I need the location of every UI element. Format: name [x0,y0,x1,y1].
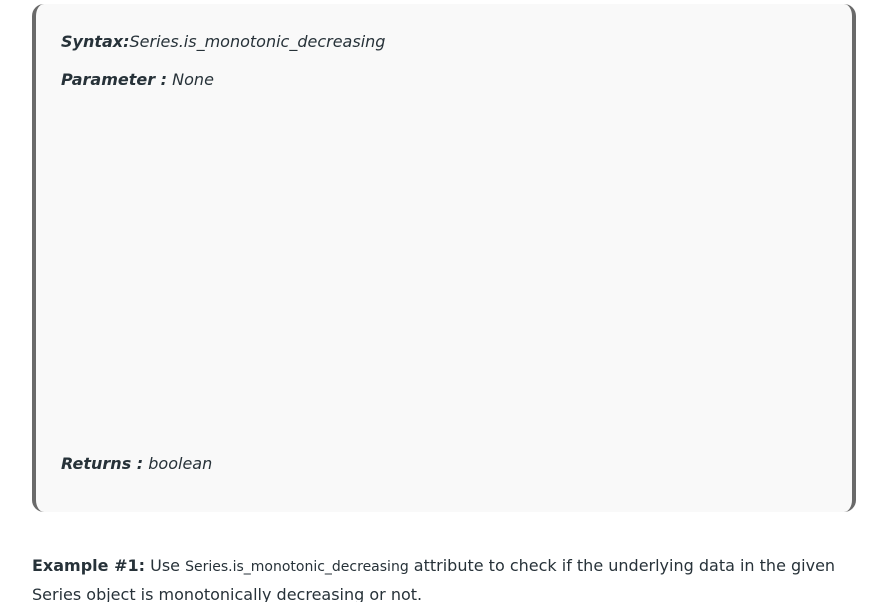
syntax-line: Syntax:Series.is_monotonic_decreasing [61,31,385,53]
syntax-value: Series.is_monotonic_decreasing [129,32,386,51]
page: Syntax:Series.is_monotonic_decreasing Pa… [0,0,894,602]
example-paragraph: Example #1: Use Series.is_monotonic_decr… [32,552,852,602]
example-text-before: Use [145,556,186,575]
parameter-line: Parameter : None [61,69,214,91]
example-code: Series.is_monotonic_decreasing [185,559,409,575]
returns-line: Returns : boolean [61,453,212,475]
example-label: Example #1: [32,556,146,575]
syntax-blockquote: Syntax:Series.is_monotonic_decreasing Pa… [32,4,856,512]
returns-value: boolean [143,454,213,473]
parameter-label: Parameter : [61,70,168,89]
syntax-label: Syntax: [61,32,130,51]
parameter-value: None [167,70,214,89]
returns-label: Returns : [61,454,144,473]
